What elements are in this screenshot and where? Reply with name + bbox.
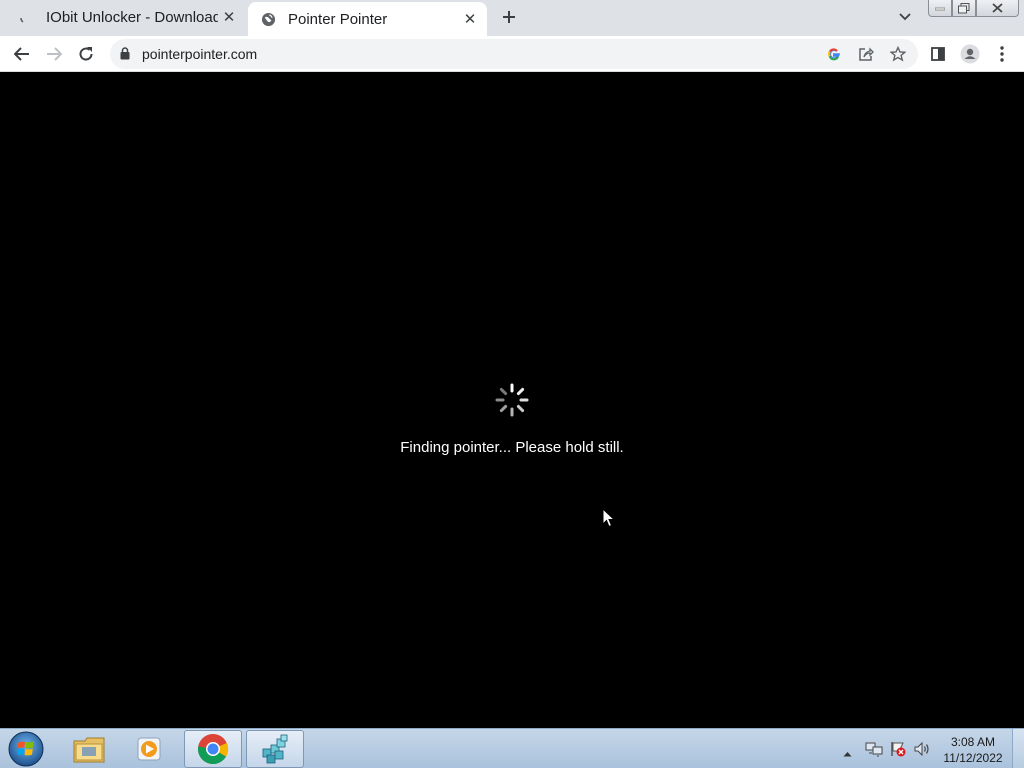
chrome-icon[interactable]: [184, 730, 242, 768]
tab-close-icon[interactable]: ✕: [459, 8, 481, 30]
network-icon[interactable]: [865, 740, 883, 758]
tab-title: Pointer Pointer: [288, 10, 388, 28]
file-explorer-icon[interactable]: [60, 730, 118, 768]
show-hidden-icons-icon[interactable]: [843, 744, 852, 762]
tab-close-icon[interactable]: ✕: [218, 6, 240, 28]
close-window-button[interactable]: [976, 0, 1019, 17]
tab-search-chevron-icon[interactable]: [895, 8, 915, 26]
clock-time: 3:08 AM: [950, 735, 996, 749]
media-player-icon[interactable]: [120, 730, 178, 768]
tab-pointer-pointer[interactable]: Pointer Pointer ✕: [248, 2, 487, 36]
lock-icon[interactable]: [120, 47, 130, 65]
reload-icon[interactable]: [74, 42, 98, 66]
minimize-button[interactable]: [928, 0, 952, 17]
globe-icon: [260, 11, 276, 27]
address-bar[interactable]: pointerpointer.com: [110, 39, 918, 69]
status-message: Finding pointer... Please hold still.: [400, 439, 624, 456]
show-desktop-button[interactable]: [1012, 729, 1024, 768]
restore-button[interactable]: [952, 0, 976, 17]
clock-date: 11/12/2022: [943, 751, 1003, 765]
tab-iobit[interactable]: IObit Unlocker - Download ✕: [8, 0, 246, 34]
system-clock[interactable]: 3:08 AM 11/12/2022: [934, 734, 1012, 766]
google-icon[interactable]: [824, 44, 844, 64]
menu-icon[interactable]: [990, 42, 1014, 66]
profile-icon[interactable]: [958, 42, 982, 66]
forward-icon[interactable]: [42, 42, 66, 66]
loading-icon: [18, 9, 34, 25]
url-text[interactable]: pointerpointer.com: [142, 46, 257, 62]
loading-spinner-icon: [494, 382, 530, 418]
tab-title: IObit Unlocker - Download: [46, 8, 218, 26]
back-icon[interactable]: [10, 42, 34, 66]
star-icon[interactable]: [888, 44, 908, 64]
registry-editor-icon[interactable]: [246, 730, 304, 768]
browser-toolbar: pointerpointer.com: [0, 36, 1024, 72]
side-panel-icon[interactable]: [926, 42, 950, 66]
new-tab-button[interactable]: [498, 6, 520, 28]
windows-start-icon[interactable]: [6, 730, 46, 768]
action-center-icon[interactable]: [889, 740, 907, 758]
web-page[interactable]: Finding pointer... Please hold still.: [0, 72, 1024, 728]
taskbar: 3:08 AM 11/12/2022: [0, 728, 1024, 768]
mouse-cursor-icon: [602, 507, 616, 533]
share-icon[interactable]: [856, 44, 876, 64]
tab-strip: IObit Unlocker - Download ✕ Pointer Poin…: [0, 0, 1024, 36]
volume-icon[interactable]: [913, 740, 931, 758]
